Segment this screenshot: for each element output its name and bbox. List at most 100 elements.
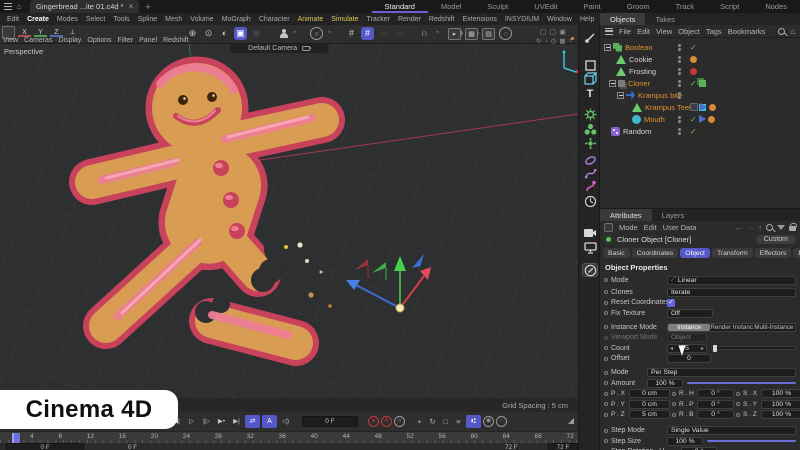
axis-y-button[interactable]: Y (34, 28, 47, 37)
section-tab[interactable]: Effectors (754, 248, 792, 258)
enabled-check-icon[interactable]: ✓ (690, 79, 697, 88)
menu-item[interactable]: Select (84, 16, 107, 23)
pla-record-icon[interactable]: A (262, 415, 277, 428)
keyframe-dot[interactable] (604, 346, 608, 350)
record-scale-icon[interactable]: □ (440, 417, 451, 426)
keyframe-dot[interactable] (604, 402, 608, 406)
axis-center-icon[interactable]: ▣ (250, 27, 263, 40)
tree-row-cloner[interactable]: Cloner ✓ (600, 77, 800, 89)
viewport-menu-item[interactable]: Redshift (163, 37, 189, 44)
panel-menu-icon[interactable] (605, 27, 613, 35)
object-name[interactable]: Random (623, 127, 651, 136)
timeline-playhead[interactable] (12, 433, 20, 443)
count-slider[interactable] (711, 345, 796, 352)
record-parameter-icon[interactable]: ≡ (453, 417, 464, 426)
tree-row-boolean[interactable]: Boolean ✓ (600, 41, 800, 53)
cube-primitive-icon[interactable] (582, 72, 598, 86)
plane-primitive-icon[interactable] (582, 58, 598, 72)
instance-mode-option[interactable]: Render Instance (710, 324, 752, 331)
enabled-check-icon[interactable]: ✓ (690, 115, 697, 124)
layout-tab[interactable]: Track (663, 0, 707, 13)
menu-item[interactable]: Edit (5, 16, 21, 23)
render-settings-button[interactable]: ▤ (482, 27, 495, 40)
texture-tag-icon[interactable] (709, 103, 716, 111)
keyframe-dot[interactable] (604, 439, 608, 443)
object-menu-item[interactable]: File (619, 27, 631, 36)
ring-settings-gear-icon[interactable]: * (326, 31, 333, 37)
magnet-icon[interactable]: ∩ (418, 27, 431, 40)
mograph-effector-icon[interactable] (582, 136, 598, 150)
main-menu-icon[interactable] (4, 3, 12, 10)
selection-tag-icon[interactable] (698, 115, 706, 123)
lock-icon[interactable] (789, 223, 797, 231)
object-menu-item[interactable]: Object (678, 27, 700, 36)
timeline-ruler[interactable]: 4 8 12 16 20 24 28 32 36 40 44 48 52 56 60 64 68 72 (0, 431, 578, 443)
menu-item[interactable]: Render (396, 16, 423, 23)
transform-field[interactable]: 100 % (761, 389, 800, 398)
custom-preset-button[interactable]: Custom (755, 235, 796, 244)
step-size-field[interactable]: 100 % (667, 436, 703, 446)
keyframe-dot[interactable] (672, 402, 676, 406)
offset-stepper[interactable]: 0 (667, 354, 711, 363)
keyframe-dot[interactable] (604, 290, 608, 294)
coordinate-system-icon[interactable]: ⊕ (186, 27, 199, 40)
keyframe-dot[interactable] (736, 391, 740, 396)
object-menu-item[interactable]: Bookmarks (728, 27, 766, 36)
keyframe-dot[interactable] (604, 391, 608, 396)
layout-tab[interactable]: Paint (571, 0, 614, 13)
axis-x-button[interactable]: X (18, 28, 31, 37)
3d-viewport[interactable]: Perspective Default Camera Grid Spacing … (0, 44, 578, 412)
parent-up-icon[interactable]: ↑ (758, 223, 762, 232)
transform-field[interactable]: 0 ° (697, 389, 734, 398)
object-name[interactable]: Cookie (629, 55, 652, 64)
loop-playback-icon[interactable]: ⇄ (245, 415, 260, 428)
transport-button[interactable]: ▷ (185, 415, 198, 428)
camera-selector[interactable]: Default Camera (230, 44, 329, 53)
transform-field[interactable]: 100 % (761, 399, 800, 409)
layout-tab[interactable]: UVEdit (521, 0, 570, 13)
attribute-menu-item[interactable]: Mode (619, 223, 638, 232)
menu-item[interactable]: Tools (111, 16, 131, 23)
panel-tab[interactable]: Layers (652, 209, 695, 221)
offset-value[interactable]: 0 (687, 355, 691, 362)
timer-icon[interactable] (582, 194, 598, 208)
home-icon[interactable]: ⌂ (12, 2, 26, 11)
tree-row-krampus-teeth[interactable]: Krampus Teeth (600, 101, 800, 113)
section-tab[interactable]: Object (680, 248, 710, 258)
keyframe-dot[interactable] (604, 412, 608, 417)
menu-item[interactable]: Simulate (329, 16, 360, 23)
section-tab[interactable]: Boolean (793, 248, 800, 258)
cache-tag-icon[interactable] (698, 79, 706, 87)
search-icon[interactable] (766, 223, 773, 231)
display-icon[interactable] (582, 241, 598, 255)
mograph-cloner-icon[interactable] (582, 107, 598, 121)
autokey-icon[interactable]: A (381, 416, 392, 427)
modeling-axis-icon[interactable]: ▣ (234, 27, 247, 40)
viewport-menu-item[interactable]: Filter (118, 37, 134, 44)
record-rotation-icon[interactable]: ↻ (427, 417, 438, 426)
per-step-dropdown[interactable]: Per Step (647, 368, 796, 377)
ik-figure-icon[interactable] (279, 28, 288, 39)
keyframe-dot[interactable] (604, 428, 608, 433)
collapse-icon[interactable] (604, 43, 611, 51)
panel-tab[interactable]: Takes (645, 13, 685, 25)
history-back-icon[interactable]: ← (735, 223, 743, 232)
transport-button[interactable]: |▷ (200, 415, 213, 428)
mode-dropdown[interactable]: ⟋ Linear (667, 275, 796, 285)
section-tab[interactable]: Coordinates (631, 248, 679, 258)
menu-item[interactable]: Redshift (427, 16, 457, 23)
keyframe-preset2-icon[interactable]: ◌ (496, 416, 507, 427)
instance-mode-option[interactable]: Multi-Instance (753, 324, 795, 331)
quantize-snap-icon[interactable]: # (361, 27, 374, 40)
spline-modifier-icon[interactable] (582, 166, 598, 180)
keyframe-dot[interactable] (604, 381, 608, 385)
interactive-render-icon[interactable]: ◌ (499, 27, 512, 40)
object-menu-item[interactable]: Tags (706, 27, 722, 36)
panel-tab[interactable]: Attributes (600, 209, 652, 221)
viewport-menu-item[interactable]: Display (58, 37, 81, 44)
object-menu-item[interactable]: View (656, 27, 672, 36)
layout-tab[interactable]: Script (707, 0, 752, 13)
viewport-menu-item[interactable]: View (3, 37, 18, 44)
transform-field[interactable]: 0 cm (629, 399, 670, 409)
keyframe-dot[interactable] (604, 370, 608, 375)
